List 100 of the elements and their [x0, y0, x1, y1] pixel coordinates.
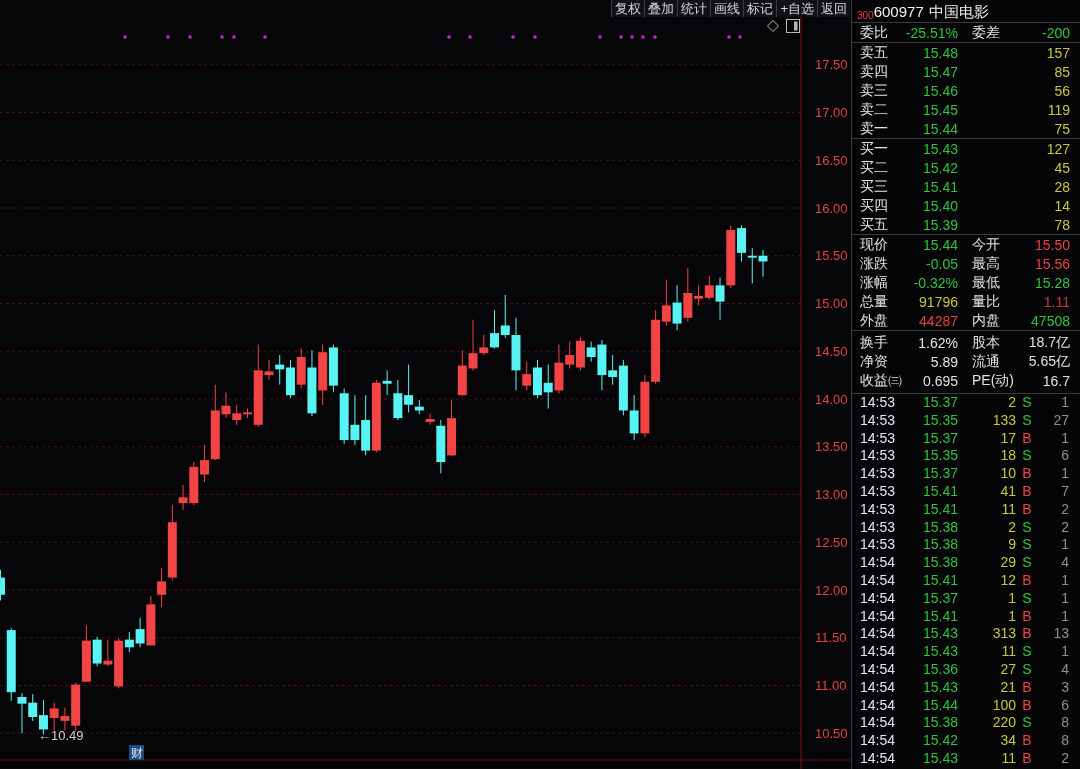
- trade-side: B: [1021, 571, 1033, 590]
- trade-price: 15.44: [921, 696, 958, 715]
- candle: [758, 249, 768, 278]
- trade-side: B: [1021, 732, 1033, 750]
- trade-count: 1: [1060, 429, 1069, 448]
- square-marker-icon: [220, 35, 224, 39]
- candle: [0, 569, 5, 601]
- trade-side: S: [1021, 394, 1033, 412]
- toolbar-button[interactable]: +自选: [776, 0, 817, 17]
- order-level-label: 买二: [860, 158, 888, 177]
- order-price: 15.47: [922, 63, 958, 80]
- trade-side: S: [1021, 518, 1033, 537]
- order-volume: 127: [1046, 140, 1070, 157]
- trade-time: 14:54: [860, 607, 897, 626]
- trade-count: 2: [1060, 518, 1069, 537]
- trade-time: 14:54: [860, 714, 897, 733]
- trade-count: 6: [1060, 696, 1069, 715]
- y-axis-tick-label: 17.00: [815, 105, 848, 120]
- candle: [339, 388, 349, 445]
- trade-time: 14:53: [860, 536, 897, 555]
- stat-label: 收益㈢: [860, 371, 902, 390]
- stat-label: 外盘: [860, 311, 888, 330]
- trade-price: 15.36: [921, 660, 958, 679]
- square-marker-icon: [727, 35, 731, 39]
- y-axis-tick-label: 15.50: [815, 248, 848, 264]
- square-marker-icon: [533, 35, 537, 39]
- toolbar-button[interactable]: 标记: [743, 0, 777, 17]
- stat-label: 股本: [972, 333, 1000, 352]
- trade-count: 1: [1060, 394, 1069, 412]
- imbalance-label: 委差: [972, 23, 1000, 42]
- y-axis-tick-label: 13.00: [815, 487, 848, 502]
- stat-label: 现价: [860, 235, 888, 254]
- trade-price: 15.38: [921, 554, 958, 572]
- trade-volume: 9: [1007, 536, 1016, 555]
- stat-value: 15.56: [1034, 255, 1070, 272]
- toolbar-button[interactable]: 画线: [710, 0, 744, 17]
- stat-value: 15.50: [1034, 236, 1070, 253]
- trade-time: 14:54: [860, 589, 897, 608]
- stat-value: 15.28: [1034, 274, 1070, 291]
- candle: [328, 344, 338, 393]
- order-level-label: 卖三: [860, 81, 888, 100]
- candle: [629, 394, 639, 441]
- order-price: 15.46: [922, 82, 958, 99]
- trade-price: 15.41: [921, 571, 958, 590]
- candle: [285, 359, 295, 399]
- square-marker-icon: [232, 35, 236, 39]
- stat-value: 47508: [1031, 312, 1070, 329]
- candle: [532, 359, 542, 399]
- trade-count: 1: [1060, 571, 1069, 590]
- stat-label: 内盘: [972, 311, 1000, 330]
- stat-label: PE(动): [972, 371, 1014, 390]
- toolbar-button[interactable]: 返回: [817, 0, 850, 17]
- trade-count: 6: [1060, 447, 1069, 466]
- trade-volume: 2: [1007, 518, 1016, 537]
- trade-time: 14:53: [860, 411, 897, 430]
- y-axis-tick-label: 10.50: [815, 725, 848, 741]
- toolbar-button[interactable]: 复权: [611, 0, 645, 17]
- panel-toggle-icon[interactable]: [786, 19, 800, 33]
- trade-price: 15.43: [921, 749, 958, 768]
- y-axis-tick-label: 11.50: [815, 630, 847, 646]
- square-marker-icon: [447, 35, 451, 39]
- trade-volume: 10: [999, 465, 1016, 483]
- y-axis-tick-label: 16.00: [815, 200, 848, 216]
- toolbar-button[interactable]: 统计: [677, 0, 711, 17]
- square-marker-icon: [641, 35, 645, 39]
- order-level-label: 卖五: [860, 43, 888, 62]
- trade-side: B: [1021, 500, 1033, 519]
- order-volume: 56: [1054, 82, 1070, 99]
- trade-price: 15.41: [921, 483, 958, 501]
- event-tag[interactable]: 财: [129, 745, 144, 760]
- order-volume: 78: [1054, 216, 1070, 233]
- toolbar-button[interactable]: 叠加: [644, 0, 678, 17]
- trade-side: S: [1021, 714, 1033, 733]
- trade-count: 1: [1060, 589, 1069, 608]
- trade-side: B: [1021, 429, 1033, 448]
- trade-time: 14:53: [860, 465, 897, 483]
- trade-side: S: [1021, 447, 1033, 466]
- trade-price: 15.42: [921, 732, 958, 750]
- square-marker-icon: [166, 35, 170, 39]
- trade-count: 2: [1060, 500, 1069, 519]
- trade-volume: 11: [1000, 500, 1016, 519]
- trade-count: 8: [1060, 714, 1069, 733]
- trade-volume: 11: [1000, 749, 1016, 768]
- trade-volume: 11: [1000, 643, 1016, 661]
- diamond-icon[interactable]: [767, 20, 779, 32]
- trade-time: 14:53: [860, 518, 897, 537]
- trade-volume: 12: [999, 571, 1016, 590]
- y-axis-tick-label: 16.50: [815, 152, 848, 168]
- square-marker-icon: [468, 35, 472, 39]
- order-level-label: 买一: [860, 139, 888, 158]
- trade-volume: 313: [991, 625, 1016, 644]
- order-level-label: 卖二: [860, 100, 888, 119]
- order-level-label: 卖四: [860, 62, 888, 81]
- y-axis-tick-label: 17.50: [815, 57, 848, 73]
- stock-code: 600977: [873, 2, 924, 22]
- trade-time: 14:54: [860, 749, 897, 768]
- stat-value: 16.7: [1042, 372, 1070, 389]
- order-level-label: 买三: [860, 177, 888, 196]
- order-level-label: 买五: [860, 215, 888, 234]
- square-marker-icon: [619, 35, 623, 39]
